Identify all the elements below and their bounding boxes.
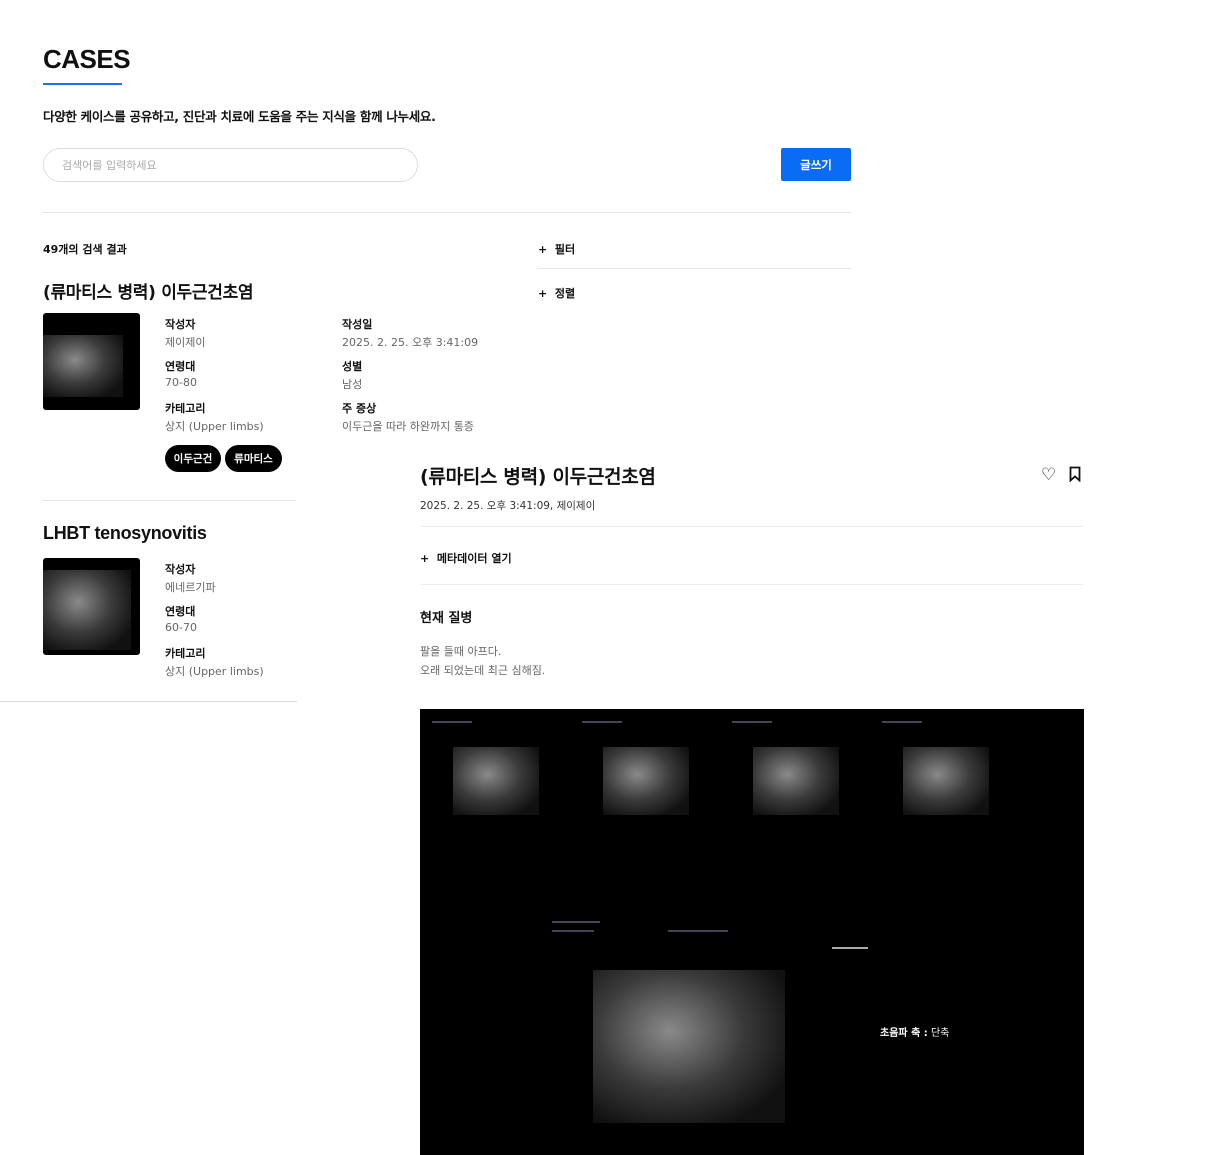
symptom-label: 주 증상 xyxy=(342,402,377,415)
plus-icon: + xyxy=(420,552,437,565)
case-title[interactable]: (류마티스 병력) 이두근건초염 xyxy=(43,278,254,303)
age-value: 70-80 xyxy=(165,376,197,389)
case-title[interactable]: LHBT tenosynovitis xyxy=(43,523,207,544)
divider xyxy=(43,212,851,213)
age-label: 연령대 xyxy=(165,360,196,373)
date-label: 작성일 xyxy=(342,318,373,331)
sex-value: 남성 xyxy=(342,378,363,391)
section-title: 현재 질병 xyxy=(420,611,473,626)
plus-icon: + xyxy=(538,287,555,300)
divider xyxy=(0,701,297,702)
divider xyxy=(43,500,296,501)
body-line: 팔을 들때 아프다. xyxy=(420,645,502,658)
write-button[interactable]: 글쓰기 xyxy=(781,148,851,181)
symptom-value: 이두근을 따라 하완까지 통증 xyxy=(342,420,474,433)
page-subtitle: 다양한 케이스를 공유하고, 진단과 치료에 도움을 주는 지식을 함께 나누세… xyxy=(43,109,436,124)
category-label: 카테고리 xyxy=(165,647,206,660)
metadata-toggle[interactable]: + 메타데이터 열기 xyxy=(420,550,512,566)
sort-label: 정렬 xyxy=(554,287,576,300)
search-input[interactable] xyxy=(43,148,418,182)
ultrasound-image[interactable]: 초음파 축 : 단축 xyxy=(420,709,1084,1155)
case-thumbnail[interactable] xyxy=(43,558,140,655)
category-value: 상지 (Upper limbs) xyxy=(165,665,264,678)
axis-value: 단축 xyxy=(930,1028,950,1039)
divider xyxy=(538,268,851,269)
filter-toggle[interactable]: + 필터 xyxy=(538,241,575,257)
category-value: 상지 (Upper limbs) xyxy=(165,420,264,433)
metadata-toggle-label: 메타데이터 열기 xyxy=(436,552,512,565)
detail-meta: 2025. 2. 25. 오후 3:41:09, 제이제이 xyxy=(420,500,596,512)
category-label: 카테고리 xyxy=(165,402,206,415)
body-line: 오래 되었는데 최근 심해짐. xyxy=(420,664,546,677)
detail-title: (류마티스 병력) 이두근건초염 xyxy=(420,466,656,488)
sex-label: 성별 xyxy=(342,360,363,373)
author-label: 작성자 xyxy=(165,318,196,331)
author-value: 에네르기파 xyxy=(165,581,216,594)
filter-label: 필터 xyxy=(554,243,576,256)
divider xyxy=(420,584,1084,585)
tag[interactable]: 류마티스 xyxy=(225,445,282,472)
axis-label: 초음파 축 : xyxy=(880,1028,928,1039)
result-count: 49개의 검색 결과 xyxy=(43,243,127,256)
age-value: 60-70 xyxy=(165,621,197,634)
date-value: 2025. 2. 25. 오후 3:41:09 xyxy=(342,336,479,349)
age-label: 연령대 xyxy=(165,605,196,618)
heart-icon[interactable]: ♡ xyxy=(1041,465,1056,485)
page-title: CASES xyxy=(43,44,131,74)
plus-icon: + xyxy=(538,243,555,256)
sort-toggle[interactable]: + 정렬 xyxy=(538,285,575,301)
tag[interactable]: 이두근건 xyxy=(165,445,221,472)
author-value: 제이제이 xyxy=(165,336,206,349)
case-thumbnail[interactable] xyxy=(43,313,140,410)
bookmark-icon[interactable] xyxy=(1069,466,1081,482)
title-underline xyxy=(43,83,122,85)
author-label: 작성자 xyxy=(165,563,196,576)
divider xyxy=(420,526,1084,527)
